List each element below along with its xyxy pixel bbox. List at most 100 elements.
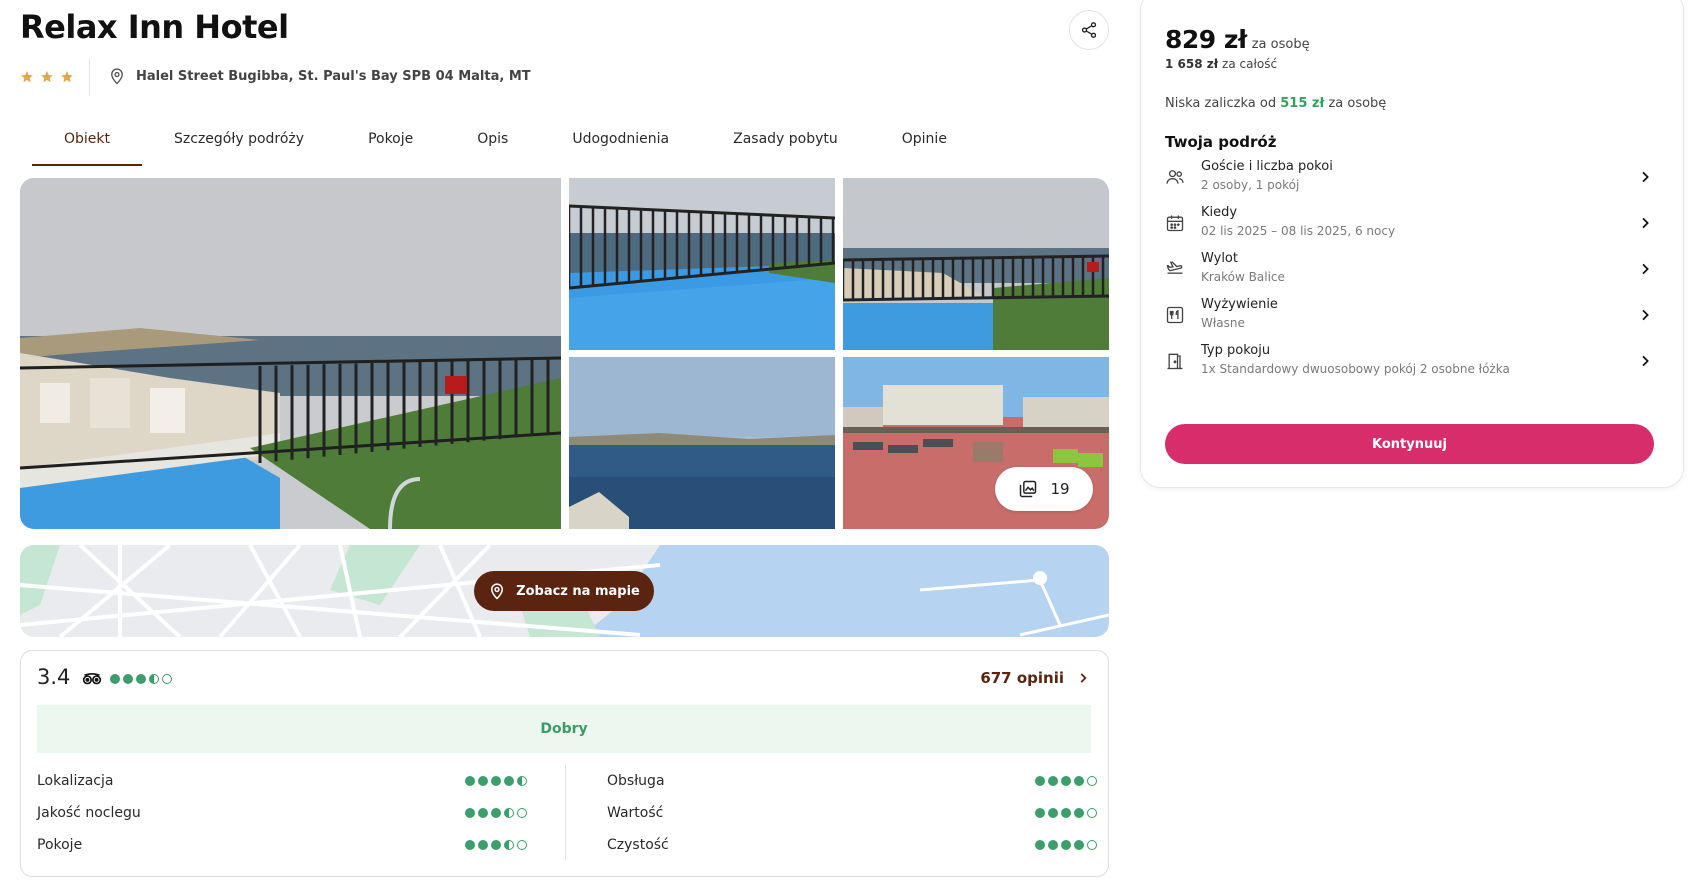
- star-icon: [61, 71, 73, 83]
- trip-row-label: Kiedy: [1201, 205, 1238, 220]
- rating-bubble: [1074, 776, 1084, 786]
- rating-bubble: [504, 808, 514, 818]
- trip-row-label: Goście i liczba pokoi: [1201, 159, 1333, 174]
- trip-row-value: 2 osoby, 1 pokój: [1201, 178, 1300, 192]
- rating-bubble: [1087, 840, 1097, 850]
- chevron-right-icon: [1642, 355, 1649, 367]
- trip-row-label: Wylot: [1201, 251, 1238, 266]
- trip-row-plane[interactable]: Wylot Kraków Balice: [1165, 249, 1657, 293]
- trip-row-value: Kraków Balice: [1201, 270, 1285, 284]
- hotel-address[interactable]: Halel Street Bugibba, St. Paul's Bay SPB…: [108, 66, 531, 86]
- hotel-title: Relax Inn Hotel: [20, 8, 289, 46]
- rating-category-bubbles: [465, 840, 527, 850]
- rating-bubble: [517, 840, 527, 850]
- rating-bubble: [1074, 808, 1084, 818]
- rating-bubble: [1035, 776, 1045, 786]
- rating-bubble: [517, 808, 527, 818]
- price-per-person: 829 zł za osobę: [1165, 25, 1310, 54]
- gallery-photo-main[interactable]: [20, 178, 561, 529]
- rating-bubble: [162, 674, 172, 684]
- deposit-suffix: za osobę: [1328, 96, 1387, 111]
- rating-category-label: Pokoje: [37, 837, 83, 853]
- rating-bubble: [517, 776, 527, 786]
- rating-bubble: [1087, 776, 1097, 786]
- opinions-link[interactable]: 677 opinii: [980, 669, 1090, 687]
- tab-opis[interactable]: Opis: [445, 118, 540, 166]
- deposit-prefix: Niska zaliczka od: [1165, 96, 1277, 111]
- show-on-map-label: Zobacz na mapie: [516, 583, 640, 599]
- rating-category-label: Jakość noclegu: [37, 805, 141, 821]
- price-value: 829 zł: [1165, 25, 1247, 54]
- deposit-info: Niska zaliczka od 515 zł za osobę: [1165, 96, 1386, 111]
- meal-icon: [1166, 306, 1184, 324]
- chevron-right-icon: [1642, 263, 1649, 275]
- tab-opinie[interactable]: Opinie: [870, 118, 979, 166]
- rating-category-bubbles: [1035, 840, 1097, 850]
- gallery-photo-2[interactable]: [569, 178, 835, 350]
- tab-obiekt[interactable]: Obiekt: [32, 118, 143, 166]
- total-amount: 1 658 zł: [1165, 57, 1219, 71]
- rating-bubble: [1035, 840, 1045, 850]
- location-pin-icon: [491, 583, 504, 600]
- trip-row-value: 02 lis 2025 – 08 lis 2025, 6 nocy: [1201, 224, 1396, 238]
- section-tabs: Obiekt Szczegóły podróży Pokoje Opis Udogodn…: [32, 118, 979, 166]
- rating-bubble: [110, 674, 120, 684]
- trip-row-door[interactable]: Typ pokoju 1x Standardowy dwuosobowy pokó…: [1165, 341, 1657, 385]
- rating-category-row: Obsługa: [607, 765, 1097, 797]
- rating-bubble: [1061, 808, 1071, 818]
- tab-udogodnienia[interactable]: Udogodnienia: [540, 118, 701, 166]
- rating-category-label: Obsługa: [607, 773, 665, 789]
- rating-bubble: [491, 840, 501, 850]
- trip-row-meal[interactable]: Wyżywienie Własne: [1165, 295, 1657, 339]
- rating-bubble: [491, 808, 501, 818]
- share-button[interactable]: [1069, 10, 1109, 50]
- gallery-photo-3[interactable]: [843, 178, 1109, 350]
- deposit-amount: 515 zł: [1280, 96, 1325, 111]
- trip-row-value: Własne: [1201, 316, 1245, 330]
- rating-category-label: Lokalizacja: [37, 773, 114, 789]
- photo-count-button[interactable]: 19: [995, 467, 1093, 511]
- trip-row-guests[interactable]: Goście i liczba pokoi 2 osoby, 1 pokój: [1165, 157, 1657, 201]
- hotel-stars: [20, 70, 74, 84]
- rating-bubble: [1048, 840, 1058, 850]
- rating-bubble: [136, 674, 146, 684]
- tripadvisor-rating: [82, 672, 172, 686]
- opinions-count: 677 opinii: [980, 669, 1064, 687]
- photo-gallery: [20, 178, 1109, 529]
- gallery-photo-4[interactable]: [569, 357, 835, 529]
- trip-row-label: Typ pokoju: [1201, 343, 1271, 358]
- rating-bubble: [1048, 808, 1058, 818]
- rating-bubble: [478, 776, 488, 786]
- star-icon: [21, 71, 33, 83]
- score-bubbles: [110, 674, 172, 684]
- rating-category-bubbles: [465, 808, 527, 818]
- rating-category-row: Jakość noclegu: [37, 797, 527, 829]
- rating-category-bubbles: [465, 776, 527, 786]
- rating-categories-left: Lokalizacja Jakość noclegu Pokoje: [37, 765, 527, 861]
- rating-bubble: [504, 840, 514, 850]
- rating-category-row: Wartość: [607, 797, 1097, 829]
- location-pin-icon: [111, 68, 123, 85]
- tab-zasady-pobytu[interactable]: Zasady pobytu: [701, 118, 870, 166]
- star-icon: [41, 71, 53, 83]
- chevron-right-icon: [1642, 217, 1649, 229]
- guests-icon: [1166, 170, 1184, 184]
- rating-bubble: [1061, 840, 1071, 850]
- trip-row-calendar[interactable]: Kiedy 02 lis 2025 – 08 lis 2025, 6 nocy: [1165, 203, 1657, 247]
- rating-bubble: [1061, 776, 1071, 786]
- rating-category-bubbles: [1035, 808, 1097, 818]
- plane-icon: [1166, 261, 1183, 274]
- rating-bubble: [1074, 840, 1084, 850]
- tab-pokoje[interactable]: Pokoje: [336, 118, 445, 166]
- rating-category-row: Lokalizacja: [37, 765, 527, 797]
- rating-bubble: [504, 776, 514, 786]
- rating-verdict: Dobry: [37, 705, 1091, 753]
- calendar-icon: [1166, 215, 1184, 232]
- photos-icon: [1020, 480, 1037, 498]
- price-total: 1 658 zł za całość: [1165, 57, 1277, 71]
- show-on-map-button[interactable]: Zobacz na mapie: [474, 571, 654, 611]
- tab-szczegóły-podróży[interactable]: Szczegóły podróży: [142, 118, 336, 166]
- continue-button[interactable]: Kontynuuj: [1165, 424, 1654, 464]
- rating-bubble: [465, 840, 475, 850]
- rating-bubble: [1048, 776, 1058, 786]
